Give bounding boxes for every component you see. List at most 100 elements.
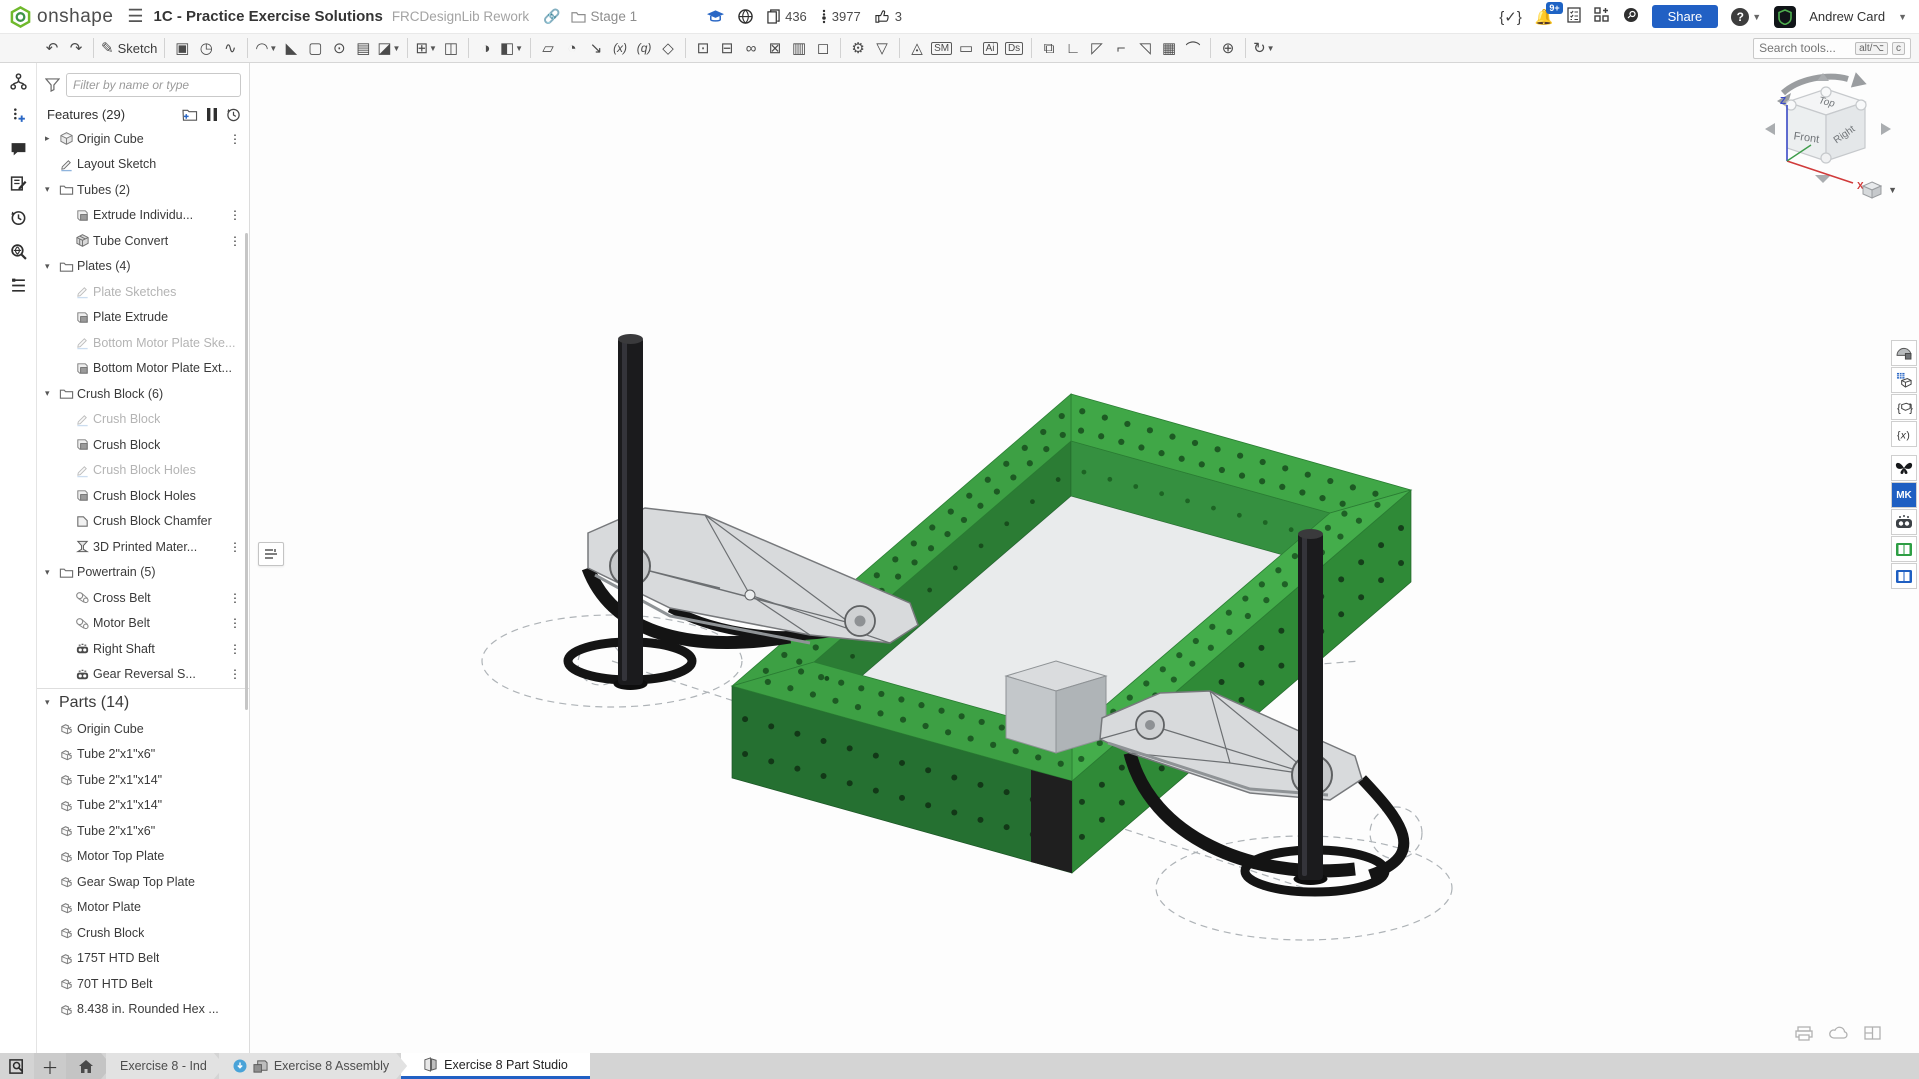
apps-grid-icon[interactable]: [1593, 6, 1610, 27]
robot-app-button[interactable]: [1891, 509, 1917, 535]
tree-item-tube-2-x1-x14[interactable]: Tube 2"x1"x14": [37, 793, 249, 819]
belt-feature-icon[interactable]: ∞: [739, 36, 763, 60]
release-notes-icon[interactable]: [10, 175, 27, 192]
sweep-icon[interactable]: ∿: [218, 36, 242, 60]
appearance-panel-button[interactable]: [1891, 340, 1917, 366]
blue-library-app-button[interactable]: [1891, 563, 1917, 589]
tree-item-bottom-motor-plate-ext[interactable]: Bottom Motor Plate Ext...: [37, 356, 249, 382]
suppress-icon[interactable]: [207, 108, 217, 121]
flange-icon[interactable]: ⌐: [1109, 36, 1133, 60]
gear-feature-icon[interactable]: ⚙: [846, 36, 870, 60]
variable-studio-icon[interactable]: (q): [632, 36, 656, 60]
lamp-icon[interactable]: ◬: [905, 36, 929, 60]
context-menu-dots-icon[interactable]: ⋮: [229, 208, 249, 222]
expander-chevron-icon[interactable]: ▾: [45, 388, 59, 399]
tree-item-crush-block-chamfer[interactable]: Crush Block Chamfer: [37, 509, 249, 535]
weldment-icon[interactable]: ◻: [811, 36, 835, 60]
rotate-right-arrow[interactable]: [1881, 123, 1891, 135]
mirror-icon[interactable]: ◫: [439, 36, 463, 60]
tree-item-right-shaft[interactable]: Right Shaft ⋮: [37, 636, 249, 662]
rotate-left-arrow[interactable]: [1765, 123, 1775, 135]
tree-item-175t-htd-belt[interactable]: 175T HTD Belt: [37, 946, 249, 972]
tree-item-crush-block[interactable]: Crush Block: [37, 920, 249, 946]
feature-list-icon[interactable]: [10, 277, 27, 294]
tree-item-crush-block[interactable]: Crush Block: [37, 432, 249, 458]
chevron-down-icon[interactable]: ▼: [269, 44, 277, 53]
chevron-down-icon[interactable]: ▼: [515, 44, 523, 53]
user-menu-chevron-icon[interactable]: ▼: [1898, 12, 1907, 22]
custom-feature-icon[interactable]: ◇: [656, 36, 680, 60]
tree-item-tube-2-x1-x6[interactable]: Tube 2"x1"x6": [37, 742, 249, 768]
rollback-icon[interactable]: [226, 107, 241, 122]
rotate-down-arrow[interactable]: [1815, 175, 1831, 183]
notifications-bell-icon[interactable]: 🔔 9+: [1535, 1, 1563, 26]
fillet-icon[interactable]: ◠ ▼: [253, 36, 279, 60]
filter-feature-icon[interactable]: ▽: [870, 36, 894, 60]
chevron-down-icon[interactable]: ▼: [429, 44, 437, 53]
helix-icon[interactable]: ◔: [560, 36, 584, 60]
tree-item-plate-sketches[interactable]: Plate Sketches: [37, 279, 249, 305]
context-menu-dots-icon[interactable]: ⋮: [229, 132, 249, 146]
tree-item-tube-2-x1-x14[interactable]: Tube 2"x1"x14": [37, 767, 249, 793]
main-menu-icon[interactable]: ☰: [113, 6, 153, 27]
tool-search[interactable]: alt/⌥ c: [1753, 37, 1911, 59]
redo-icon[interactable]: ↷: [64, 36, 88, 60]
versions-icon[interactable]: [9, 73, 27, 90]
draft-icon[interactable]: ◪ ▼: [375, 36, 402, 60]
tree-item-tube-2-x1-x6[interactable]: Tube 2"x1"x6": [37, 818, 249, 844]
tree-item-gear-reversal-s[interactable]: Gear Reversal S... ⋮: [37, 662, 249, 688]
sheet-icon[interactable]: ▥: [787, 36, 811, 60]
onshape-logo[interactable]: onshape: [0, 6, 113, 28]
tree-item-bottom-motor-plate-ske[interactable]: Bottom Motor Plate Ske...: [37, 330, 249, 356]
avatar[interactable]: [1774, 5, 1797, 28]
cloud-icon[interactable]: [1829, 1026, 1848, 1040]
feature-filter-input[interactable]: [66, 73, 241, 97]
tasks-icon[interactable]: [1566, 6, 1581, 27]
import-icon[interactable]: ↘: [584, 36, 608, 60]
public-icon[interactable]: [738, 9, 753, 24]
tube-icon[interactable]: ⌒: [1181, 36, 1205, 60]
expander-chevron-icon[interactable]: ▾: [45, 261, 59, 272]
flatten-icon[interactable]: ◸: [1085, 36, 1109, 60]
robot-feature2-icon[interactable]: ⊠: [763, 36, 787, 60]
ai-icon[interactable]: Ai: [978, 36, 1002, 60]
tree-item-cross-belt[interactable]: Cross Belt ⋮: [37, 585, 249, 611]
tree-item-origin-cube[interactable]: Origin Cube: [37, 716, 249, 742]
help-menu[interactable]: ? ▼: [1731, 7, 1761, 26]
feedback-icon[interactable]: {✓}: [1499, 8, 1522, 26]
add-tab-button[interactable]: ＋: [34, 1053, 66, 1079]
education-icon[interactable]: [707, 10, 725, 23]
learning-center-icon[interactable]: [1623, 7, 1639, 27]
printer-icon[interactable]: [1795, 1026, 1813, 1041]
feature-folder-crush-block-6[interactable]: ▾ Crush Block (6): [37, 381, 249, 407]
workspace-selector[interactable]: Stage 1: [570, 9, 637, 24]
sketch-icon[interactable]: ✎ Sketch: [99, 36, 159, 60]
share-button[interactable]: Share: [1651, 5, 1719, 28]
feature-folder-powertrain-5[interactable]: ▾ Powertrain (5): [37, 560, 249, 586]
copies-stat[interactable]: 436: [767, 9, 807, 24]
part-insert-icon[interactable]: ⊡: [691, 36, 715, 60]
search-icon[interactable]: [10, 243, 27, 260]
expander-chevron-icon[interactable]: ▾: [45, 184, 59, 195]
revolve-icon[interactable]: ◷: [194, 36, 218, 60]
tree-item-motor-top-plate[interactable]: Motor Top Plate: [37, 844, 249, 870]
tab-exercise-8-part-studio[interactable]: Exercise 8 Part Studio: [401, 1053, 590, 1079]
custom-panel-button[interactable]: {}: [1891, 394, 1917, 420]
chamfer-icon[interactable]: ◣: [279, 36, 303, 60]
boolean-icon[interactable]: ◑: [474, 36, 498, 60]
tree-item-motor-belt[interactable]: Motor Belt ⋮: [37, 611, 249, 637]
feature-folder-tubes-2[interactable]: ▾ Tubes (2): [37, 177, 249, 203]
corner-icon[interactable]: ◹: [1133, 36, 1157, 60]
link-icon[interactable]: 🔗: [543, 8, 560, 25]
new-folder-icon[interactable]: [182, 108, 198, 122]
tree-item-crush-block-holes[interactable]: Crush Block Holes: [37, 458, 249, 484]
tab-exercise-8-assembly[interactable]: Exercise 8 Assembly: [219, 1053, 407, 1079]
tree-item-layout-sketch[interactable]: Layout Sketch: [37, 152, 249, 178]
split-icon[interactable]: ◧ ▼: [498, 36, 525, 60]
tree-item-3d-printed-mater[interactable]: 3D Printed Mater... ⋮: [37, 534, 249, 560]
tree-item-extrude-individu[interactable]: Extrude Individu... ⋮: [37, 203, 249, 229]
panel-scrollbar[interactable]: [245, 233, 248, 710]
comments-icon[interactable]: [10, 141, 27, 158]
layout-panes-icon[interactable]: [1864, 1026, 1881, 1040]
green-library-app-button[interactable]: [1891, 536, 1917, 562]
